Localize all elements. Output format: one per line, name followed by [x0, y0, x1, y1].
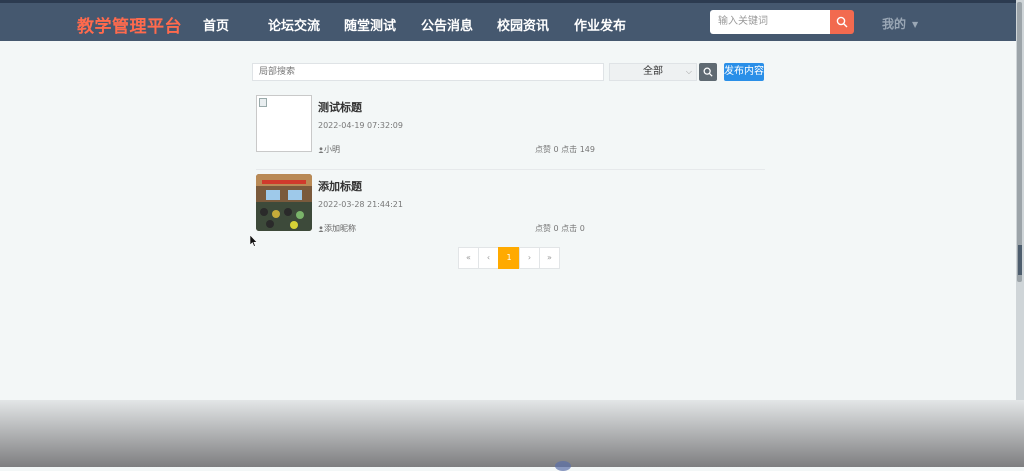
classroom-photo	[256, 174, 312, 231]
list-item[interactable]: 测试标题 2022-04-19 07:32:09 小明 点赞 0 点击 149	[256, 95, 765, 170]
page-scrollbar[interactable]	[1016, 0, 1024, 467]
publish-content-button[interactable]: 发布内容	[724, 63, 764, 81]
pagination-current-page[interactable]: 1	[498, 247, 520, 269]
bottom-fade-area	[0, 400, 1024, 467]
post-author-name: 添加昵称	[324, 224, 356, 233]
pagination-prev[interactable]: ‹	[478, 247, 499, 269]
category-select[interactable]: 全部 ⌵	[609, 63, 697, 81]
broken-image-icon	[259, 98, 267, 107]
post-stats: 点赞 0 点击 149	[535, 145, 595, 154]
nav-campus-news[interactable]: 校园资讯	[497, 15, 549, 34]
pagination: « ‹ 1 › »	[458, 247, 560, 269]
nav-forum[interactable]: 论坛交流	[268, 15, 320, 34]
post-thumbnail[interactable]	[256, 174, 312, 231]
search-icon	[836, 16, 848, 28]
post-date: 2022-03-28 21:44:21	[318, 200, 403, 209]
pagination-last[interactable]: »	[539, 247, 560, 269]
pagination-first[interactable]: «	[458, 247, 479, 269]
nav-homework[interactable]: 作业发布	[574, 15, 626, 34]
post-title[interactable]: 测试标题	[318, 99, 362, 115]
post-stats: 点赞 0 点击 0	[535, 224, 585, 233]
post-date: 2022-04-19 07:32:09	[318, 121, 403, 130]
local-search-button[interactable]	[699, 63, 717, 81]
scrollbar-marker	[1018, 245, 1022, 275]
post-author: 小明	[318, 144, 340, 155]
global-search-input[interactable]: 输入关键词	[710, 10, 830, 34]
top-navbar: 教学管理平台 首页 论坛交流 随堂测试 公告消息 校园资讯 作业发布 输入关键词…	[0, 3, 1016, 41]
list-item[interactable]: 添加标题 2022-03-28 21:44:21 添加昵称 点赞 0 点击 0	[256, 174, 765, 234]
global-search-button[interactable]	[830, 10, 854, 34]
user-menu-label: 我的	[882, 17, 907, 31]
mouse-cursor-icon	[250, 235, 258, 247]
brand-logo[interactable]: 教学管理平台	[77, 12, 182, 37]
nav-home[interactable]: 首页	[203, 15, 229, 34]
bottom-indicator	[555, 461, 571, 471]
post-title[interactable]: 添加标题	[318, 178, 362, 194]
post-author: 添加昵称	[318, 223, 356, 234]
chevron-down-icon: ⌵	[685, 67, 692, 76]
scrollbar-thumb[interactable]	[1017, 2, 1022, 282]
post-thumbnail[interactable]	[256, 95, 312, 152]
nav-announcements[interactable]: 公告消息	[421, 15, 473, 34]
user-menu[interactable]: 我的 ▼	[882, 15, 918, 32]
caret-down-icon: ▼	[912, 20, 919, 29]
divider	[256, 169, 765, 170]
pagination-next[interactable]: ›	[519, 247, 540, 269]
search-icon	[703, 67, 713, 77]
post-author-name: 小明	[324, 145, 340, 154]
local-search-input[interactable]: 局部搜索	[252, 63, 604, 81]
category-selected-value: 全部	[643, 66, 663, 77]
nav-quiz[interactable]: 随堂测试	[344, 15, 396, 34]
